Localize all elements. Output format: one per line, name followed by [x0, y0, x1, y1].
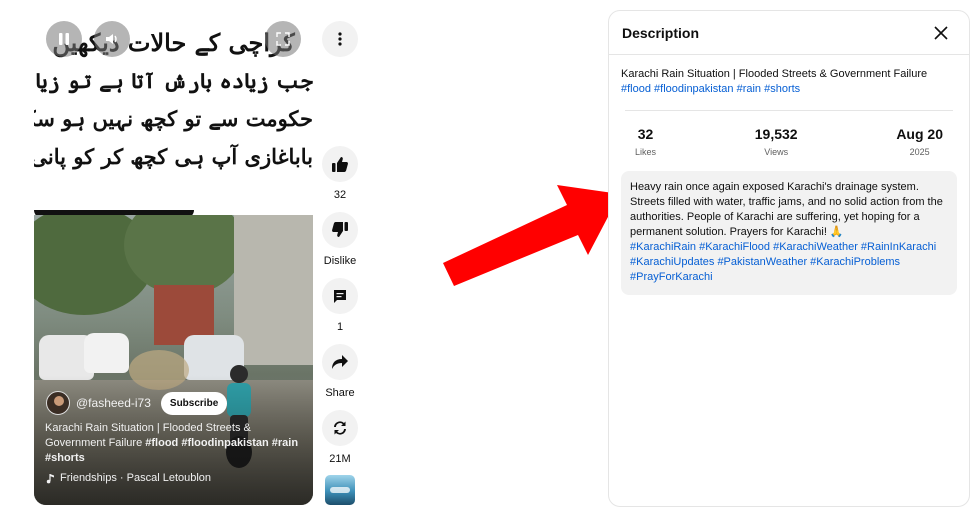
stat-views: 19,532 Views: [755, 126, 798, 157]
remix-action: 21M: [318, 410, 362, 465]
views-value: 19,532: [754, 126, 798, 142]
music-label: Friendships · Pascal Letoublon: [60, 472, 212, 484]
title-hashtags[interactable]: #flood #floodinpakistan #rain #shorts: [621, 82, 957, 97]
remix-count: 21M: [329, 453, 351, 465]
channel-name[interactable]: @fasheed-i73: [76, 396, 151, 410]
video-caption[interactable]: Karachi Rain Situation | Flooded Streets…: [45, 421, 303, 466]
building-shape: [234, 215, 313, 365]
close-icon: [934, 25, 948, 40]
likes-value: 32: [637, 126, 654, 142]
comment-count: 1: [336, 321, 344, 333]
thumbs-up-icon: [332, 157, 348, 172]
date-value: Aug 20: [896, 126, 943, 142]
page: کراچی کے حالات دیکھیں جب زیادہ بارش آتا …: [0, 0, 974, 507]
overlay-line-3: حکومت سے تو کچھ نہیں ہو سکا کراچی کے لیے: [34, 106, 313, 131]
fullscreen-button[interactable]: [265, 21, 301, 57]
sound-thumbnail[interactable]: [325, 475, 355, 505]
overlay-line-2: جب زیادہ بارش آتا ہے تو زیادہ پانی آتا ہ…: [34, 68, 313, 93]
pause-icon: [59, 33, 69, 45]
sound-thumbnail-action: [318, 475, 362, 505]
more-options-button[interactable]: [322, 21, 358, 57]
stats-row: 32 Likes 19,532 Views Aug 20 2025: [621, 111, 957, 157]
remix-button[interactable]: [322, 410, 358, 446]
description-text: Heavy rain once again exposed Karachi's …: [630, 181, 943, 238]
video-title: Karachi Rain Situation | Flooded Streets…: [621, 68, 928, 80]
volume-button[interactable]: [94, 21, 130, 57]
share-icon: [332, 355, 348, 369]
year-label: 2025: [909, 147, 930, 157]
description-hashtags[interactable]: #KarachiRain #KarachiFlood #KarachiWeath…: [630, 240, 948, 285]
dislike-action: Dislike: [318, 212, 362, 267]
views-label: Views: [764, 147, 789, 157]
close-button[interactable]: [929, 21, 953, 45]
description-box: Heavy rain once again exposed Karachi's …: [621, 171, 957, 295]
dislike-button[interactable]: [322, 212, 358, 248]
overlay-line-4: باباغازی آپ ہی کچھ کر کو پانی کو روکو: [34, 144, 313, 169]
remix-icon: [334, 421, 346, 435]
comment-button[interactable]: [322, 278, 358, 314]
description-panel: Description Karachi Rain Situation | Flo…: [608, 10, 970, 507]
car-shape: [84, 333, 129, 373]
avatar[interactable]: [46, 391, 70, 415]
panel-header: Description: [609, 11, 969, 55]
comment-icon: [334, 290, 346, 303]
channel-row: @fasheed-i73 Subscribe: [46, 391, 228, 415]
pause-button[interactable]: [46, 21, 82, 57]
more-vert-icon: [338, 32, 342, 46]
volume-icon: [106, 34, 117, 44]
stat-likes: 32 Likes: [635, 126, 656, 157]
short-video-player[interactable]: کراچی کے حالات دیکھیں جب زیادہ بارش آتا …: [34, 10, 313, 505]
panel-body: Karachi Rain Situation | Flooded Streets…: [609, 55, 969, 295]
red-arrow-annotation: [443, 185, 620, 286]
music-row[interactable]: Friendships · Pascal Letoublon: [46, 472, 211, 484]
stat-date: Aug 20 2025: [896, 126, 943, 157]
music-note-icon: [46, 473, 54, 483]
like-action: 32: [318, 146, 362, 201]
like-count: 32: [333, 189, 347, 201]
fullscreen-icon: [276, 32, 290, 46]
panel-title: Description: [622, 24, 700, 41]
share-button[interactable]: [322, 344, 358, 380]
like-button[interactable]: [322, 146, 358, 182]
comment-action: 1: [318, 278, 362, 333]
subscribe-button[interactable]: Subscribe: [160, 391, 228, 415]
share-action: Share: [318, 344, 362, 399]
dislike-label: Dislike: [323, 255, 357, 267]
likes-label: Likes: [635, 147, 657, 157]
share-label: Share: [325, 387, 355, 399]
thumbs-down-icon: [332, 222, 348, 237]
